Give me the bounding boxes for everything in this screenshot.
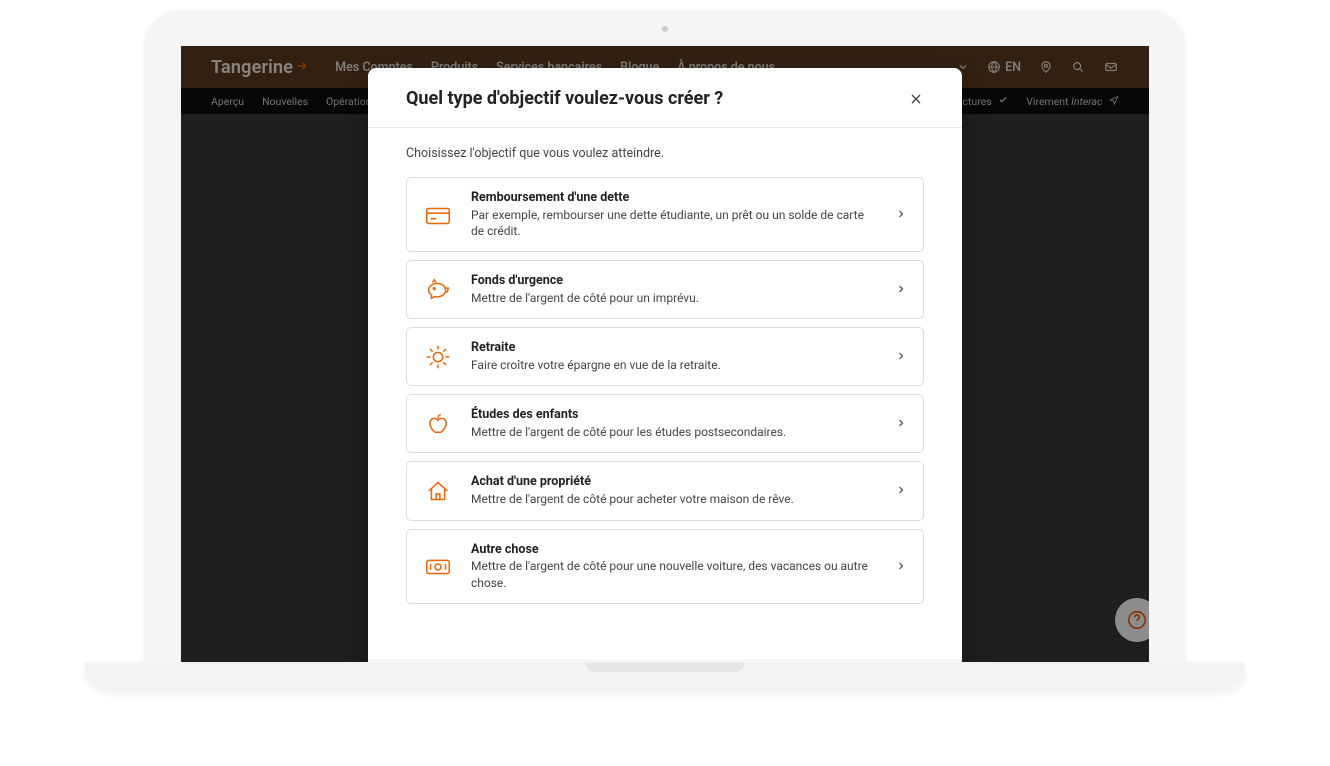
option-text: Achat d'une propriété Mettre de l'argent…	[471, 474, 877, 507]
option-desc: Mettre de l'argent de côté pour une nouv…	[471, 558, 877, 590]
option-desc: Mettre de l'argent de côté pour les étud…	[471, 424, 877, 440]
chevron-right-icon	[895, 481, 907, 500]
laptop-frame: Tangerine Mes Comptes Produits Services …	[0, 0, 1330, 766]
option-title: Achat d'une propriété	[471, 474, 877, 491]
chevron-right-icon	[895, 347, 907, 366]
option-list: Remboursement d'une dette Par exemple, r…	[406, 177, 924, 604]
piggy-icon	[423, 275, 453, 305]
option-text: Remboursement d'une dette Par exemple, r…	[471, 190, 877, 239]
house-icon	[423, 476, 453, 506]
option-property[interactable]: Achat d'une propriété Mettre de l'argent…	[406, 461, 924, 520]
option-text: Autre chose Mettre de l'argent de côté p…	[471, 542, 877, 591]
option-title: Autre chose	[471, 542, 877, 559]
option-text: Fonds d'urgence Mettre de l'argent de cô…	[471, 273, 877, 306]
option-retirement[interactable]: Retraite Faire croître votre épargne en …	[406, 327, 924, 386]
option-desc: Faire croître votre épargne en vue de la…	[471, 357, 877, 373]
chevron-right-icon	[895, 557, 907, 576]
modal-subtext: Choisissez l'objectif que vous voulez at…	[406, 146, 924, 161]
laptop-notch	[585, 662, 745, 672]
money-icon	[423, 551, 453, 581]
option-title: Remboursement d'une dette	[471, 190, 877, 207]
option-title: Fonds d'urgence	[471, 273, 877, 290]
modal-overlay[interactable]: Quel type d'objectif voulez-vous créer ?…	[181, 46, 1149, 662]
option-debt[interactable]: Remboursement d'une dette Par exemple, r…	[406, 177, 924, 252]
chevron-right-icon	[895, 205, 907, 224]
option-emergency[interactable]: Fonds d'urgence Mettre de l'argent de cô…	[406, 260, 924, 319]
option-title: Retraite	[471, 340, 877, 357]
apple-icon	[423, 409, 453, 439]
option-desc: Mettre de l'argent de côté pour un impré…	[471, 290, 877, 306]
modal-header: Quel type d'objectif voulez-vous créer ?	[368, 68, 962, 128]
option-education[interactable]: Études des enfants Mettre de l'argent de…	[406, 394, 924, 453]
chevron-right-icon	[895, 280, 907, 299]
option-text: Retraite Faire croître votre épargne en …	[471, 340, 877, 373]
camera-dot	[662, 26, 668, 32]
goal-type-modal: Quel type d'objectif voulez-vous créer ?…	[368, 68, 962, 662]
option-desc: Mettre de l'argent de côté pour acheter …	[471, 491, 877, 507]
sun-icon	[423, 342, 453, 372]
option-text: Études des enfants Mettre de l'argent de…	[471, 407, 877, 440]
modal-title: Quel type d'objectif voulez-vous créer ?	[406, 88, 908, 109]
option-desc: Par exemple, rembourser une dette étudia…	[471, 207, 877, 239]
laptop-base	[85, 662, 1245, 690]
close-button[interactable]	[908, 91, 924, 107]
laptop-bezel: Tangerine Mes Comptes Produits Services …	[145, 10, 1185, 662]
option-other[interactable]: Autre chose Mettre de l'argent de côté p…	[406, 529, 924, 604]
card-icon	[423, 200, 453, 230]
option-title: Études des enfants	[471, 407, 877, 424]
screen: Tangerine Mes Comptes Produits Services …	[181, 46, 1149, 662]
chevron-right-icon	[895, 414, 907, 433]
modal-body: Choisissez l'objectif que vous voulez at…	[368, 128, 962, 610]
